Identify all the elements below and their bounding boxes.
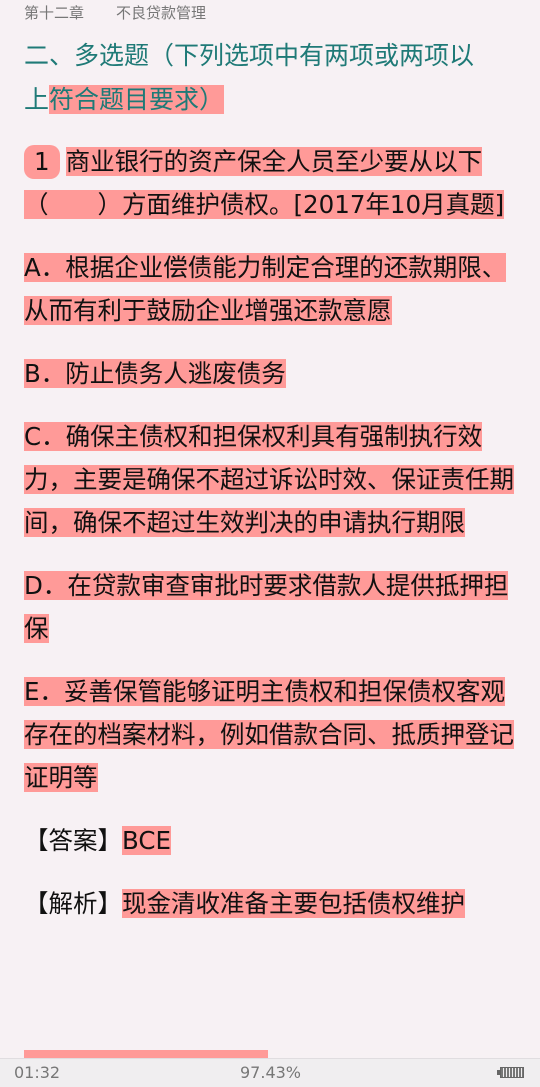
analysis-label: 【解析】 — [24, 889, 122, 918]
answer-label: 【答案】 — [24, 826, 122, 855]
option-a-text: A．根据企业偿债能力制定合理的还款期限、从而有利于鼓励企业增强还款意愿 — [24, 253, 507, 325]
option-d[interactable]: D．在贷款审查审批时要求借款人提供抵押担保 — [24, 564, 524, 650]
reader-content: 二、多选题（下列选项中有两项或两项以 上符合题目要求） 1 商业银行的资产保全人员… — [24, 34, 524, 925]
status-bar: 01:32 97.43% — [0, 1058, 540, 1087]
option-c-text: C．确保主债权和担保权利具有强制执行效力，主要是确保不超过诉讼时效、保证责任期间… — [24, 422, 514, 537]
analysis-text: 现金清收准备主要包括债权维护 — [122, 889, 465, 918]
question: 1 商业银行的资产保全人员至少要从以下（ ）方面维护债权。[2017年10月真题] — [24, 140, 524, 226]
analysis: 【解析】现金清收准备主要包括债权维护 — [24, 882, 524, 925]
option-e-text: E．妥善保管能够证明主债权和担保债权客观存在的档案材料，例如借款合同、抵质押登记… — [24, 677, 514, 792]
answer-value: BCE — [122, 826, 171, 855]
battery-icon — [497, 1067, 524, 1078]
next-line-highlight-fragment — [24, 1050, 268, 1058]
option-b-text: B．防止债务人逃废债务 — [24, 359, 286, 388]
option-c[interactable]: C．确保主债权和担保权利具有强制执行效力，主要是确保不超过诉讼时效、保证责任期间… — [24, 415, 524, 544]
option-e[interactable]: E．妥善保管能够证明主债权和担保债权客观存在的档案材料，例如借款合同、抵质押登记… — [24, 670, 524, 799]
option-a[interactable]: A．根据企业偿债能力制定合理的还款期限、从而有利于鼓励企业增强还款意愿 — [24, 246, 524, 332]
answer: 【答案】BCE — [24, 819, 524, 862]
clock-text: 01:32 — [14, 1063, 61, 1082]
chapter-label: 第十二章 — [24, 4, 85, 22]
question-text: 商业银行的资产保全人员至少要从以下（ ）方面维护债权。[2017年10月真题] — [24, 147, 505, 219]
section-heading-line2-highlight: 符合题目要求） — [49, 85, 225, 114]
section-heading-line1: 二、多选题（下列选项中有两项或两项以 — [24, 41, 475, 70]
top-header: 第十二章 不良贷款管理 — [0, 0, 540, 26]
section-heading-line2-plain: 上 — [24, 85, 50, 114]
question-number: 1 — [24, 145, 60, 179]
chapter-title: 不良贷款管理 — [116, 4, 207, 22]
option-b[interactable]: B．防止债务人逃废债务 — [24, 352, 524, 395]
reading-progress-text: 97.43% — [240, 1063, 302, 1082]
section-heading: 二、多选题（下列选项中有两项或两项以 上符合题目要求） — [24, 34, 524, 122]
option-d-text: D．在贷款审查审批时要求借款人提供抵押担保 — [24, 571, 509, 643]
